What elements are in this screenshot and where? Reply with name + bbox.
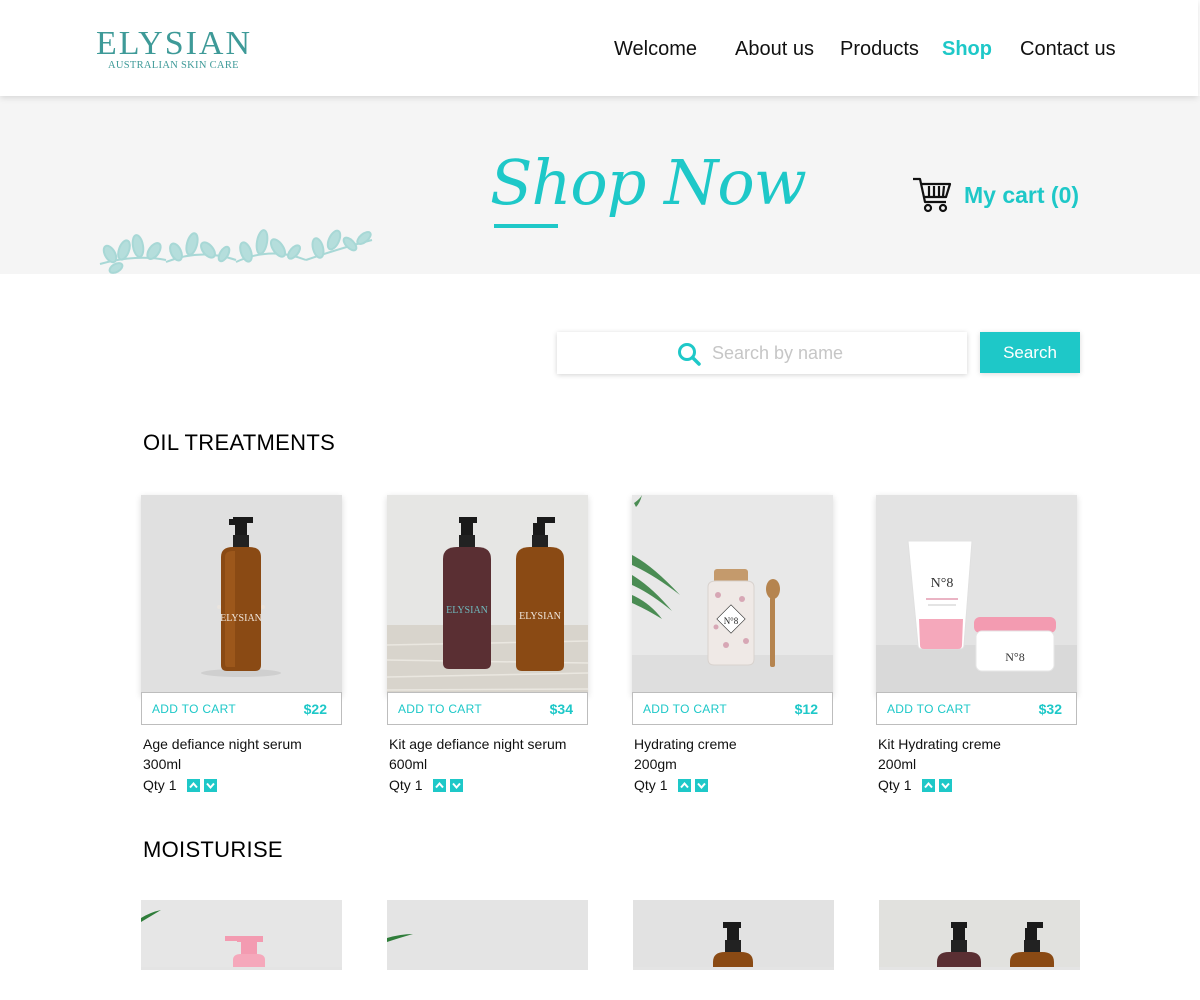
add-to-cart-button[interactable]: ADD TO CART $32 xyxy=(876,692,1077,725)
quantity-stepper: Qty 1 xyxy=(143,775,343,795)
product-name: Hydrating creme xyxy=(634,736,737,752)
product-card xyxy=(879,900,1081,970)
add-to-cart-button[interactable]: ADD TO CART $12 xyxy=(632,692,833,725)
nav-item-welcome[interactable]: Welcome xyxy=(614,38,697,61)
arrow-up-icon[interactable] xyxy=(186,778,200,792)
add-to-cart-button[interactable]: ADD TO CART $34 xyxy=(387,692,588,725)
product-image[interactable] xyxy=(141,900,342,970)
product-image[interactable]: ELYSIAN ELYSIAN xyxy=(387,495,588,695)
bottle-label: N°8 xyxy=(1005,650,1024,664)
section-title-moisturise: MOISTURISE xyxy=(143,837,283,862)
product-card: N°8 N°8 ADD TO CART $32 Kit Hydrating cr… xyxy=(876,495,1078,795)
quantity-stepper: Qty 1 xyxy=(634,775,834,795)
qty-value: 1 xyxy=(168,777,177,793)
leaf-decoration xyxy=(99,229,373,274)
arrow-down-icon[interactable] xyxy=(449,778,463,792)
nav-item-shop[interactable]: Shop xyxy=(942,38,992,61)
bottle-label: ELYSIAN xyxy=(519,611,561,622)
qty-label: Qty xyxy=(143,777,165,793)
product-name: Kit age defiance night serum xyxy=(389,736,567,752)
add-to-cart-button[interactable]: ADD TO CART $22 xyxy=(141,692,342,725)
search-button[interactable]: Search xyxy=(980,332,1080,373)
bottle-label: N°8 xyxy=(724,616,739,626)
product-image[interactable]: ELYSIAN xyxy=(141,495,342,695)
search-icon xyxy=(678,343,701,366)
qty-value: 1 xyxy=(414,777,423,793)
bottle-label: ELYSIAN xyxy=(446,605,488,616)
product-image[interactable] xyxy=(387,900,588,970)
add-to-cart-label: ADD TO CART xyxy=(643,701,727,716)
main-nav: Welcome About us Products Shop Contact u… xyxy=(0,38,1198,64)
nav-item-products[interactable]: Products xyxy=(840,38,919,61)
add-to-cart-label: ADD TO CART xyxy=(152,701,236,716)
qty-value: 1 xyxy=(903,777,912,793)
product-price: $12 xyxy=(794,700,818,717)
product-name: Kit Hydrating creme xyxy=(878,736,1001,752)
product-price: $34 xyxy=(549,700,573,717)
nav-item-contact-us[interactable]: Contact us xyxy=(1020,38,1116,61)
arrow-up-icon[interactable] xyxy=(921,778,935,792)
arrow-down-icon[interactable] xyxy=(694,778,708,792)
product-name: Age defiance night serum xyxy=(143,736,302,752)
qty-label: Qty xyxy=(634,777,656,793)
bottle-label: ELYSIAN xyxy=(220,613,262,624)
arrow-down-icon[interactable] xyxy=(938,778,952,792)
quantity-stepper: Qty 1 xyxy=(389,775,589,795)
product-size: 200gm xyxy=(634,756,677,772)
search-input[interactable] xyxy=(712,332,957,374)
quantity-stepper: Qty 1 xyxy=(878,775,1078,795)
add-to-cart-label: ADD TO CART xyxy=(398,701,482,716)
add-to-cart-label: ADD TO CART xyxy=(887,701,971,716)
product-image[interactable]: N°8 xyxy=(632,495,833,695)
shop-hero: Shop Now My cart (0) xyxy=(0,96,1200,274)
product-card xyxy=(141,900,343,970)
product-card: ELYSIAN ADD TO CART $22 Age defiance nig… xyxy=(141,495,343,795)
cart-button[interactable]: My cart (0) xyxy=(912,176,1079,214)
arrow-up-icon[interactable] xyxy=(432,778,446,792)
product-size: 600ml xyxy=(389,756,428,772)
product-size: 300ml xyxy=(143,756,182,772)
product-image[interactable] xyxy=(633,900,834,970)
product-card xyxy=(387,900,589,970)
qty-label: Qty xyxy=(878,777,900,793)
nav-item-about-us[interactable]: About us xyxy=(735,38,814,61)
cart-label: My cart (0) xyxy=(964,181,1080,208)
product-price: $32 xyxy=(1038,700,1062,717)
qty-label: Qty xyxy=(389,777,411,793)
cart-icon xyxy=(913,177,952,213)
title-underline xyxy=(494,224,558,228)
product-card: N°8 ADD TO CART $12 Hydrating creme 200g… xyxy=(632,495,834,795)
page-title: Shop Now xyxy=(490,146,807,219)
product-size: 200ml xyxy=(878,756,917,772)
search-box xyxy=(557,332,967,374)
arrow-down-icon[interactable] xyxy=(203,778,217,792)
section-title-oil-treatments: OIL TREATMENTS xyxy=(143,430,336,455)
arrow-up-icon[interactable] xyxy=(677,778,691,792)
product-image[interactable] xyxy=(879,900,1080,970)
product-image[interactable]: N°8 N°8 xyxy=(876,495,1077,695)
bottle-label: N°8 xyxy=(931,576,954,591)
qty-value: 1 xyxy=(659,777,668,793)
product-card xyxy=(633,900,835,970)
site-header: ELYSIAN AUSTRALIAN SKIN CARE Welcome Abo… xyxy=(0,0,1198,96)
product-price: $22 xyxy=(303,700,327,717)
product-card: ELYSIAN ELYSIAN ADD TO CART $34 Kit age … xyxy=(387,495,589,795)
